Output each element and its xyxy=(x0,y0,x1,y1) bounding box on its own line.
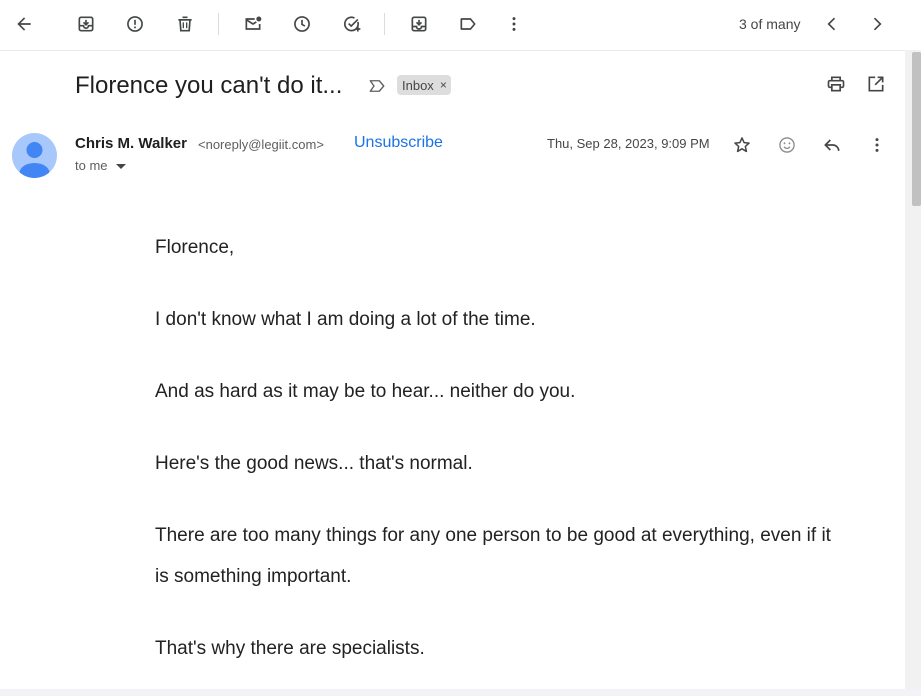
body-paragraph: Florence, xyxy=(155,237,235,258)
avatar-person-icon xyxy=(19,142,50,178)
toolbar: 3 of many xyxy=(0,0,905,51)
delete-icon[interactable] xyxy=(170,9,200,39)
label-icon[interactable] xyxy=(453,9,483,39)
emoji-reaction-icon[interactable] xyxy=(774,132,800,158)
body-paragraph: I don't know what I am doing a lot of th… xyxy=(155,309,536,330)
snooze-icon[interactable] xyxy=(287,9,317,39)
inbox-label-chip[interactable]: Inbox × xyxy=(397,75,451,95)
label-chip-text: Inbox xyxy=(402,77,434,93)
unsubscribe-link[interactable]: Unsubscribe xyxy=(354,134,443,152)
chevron-left-icon[interactable] xyxy=(817,9,847,39)
chevron-right-icon[interactable] xyxy=(862,9,892,39)
print-icon[interactable] xyxy=(824,72,848,96)
toolbar-divider xyxy=(384,13,385,35)
recipient-details-toggle[interactable]: to me xyxy=(75,158,126,173)
bottom-strip xyxy=(0,689,921,696)
mark-unread-icon[interactable] xyxy=(238,9,268,39)
scrollbar-thumb[interactable] xyxy=(912,52,921,206)
recipient-text: to me xyxy=(75,158,108,173)
add-to-tasks-icon[interactable] xyxy=(337,9,367,39)
sender-email: <noreply@legiit.com> xyxy=(198,137,324,152)
open-in-new-window-icon[interactable] xyxy=(864,72,888,96)
reply-icon[interactable] xyxy=(819,132,845,158)
more-vert-icon[interactable] xyxy=(499,9,529,39)
archive-icon[interactable] xyxy=(71,9,101,39)
move-to-icon[interactable] xyxy=(404,9,434,39)
report-spam-icon[interactable] xyxy=(120,9,150,39)
remove-label-icon[interactable]: × xyxy=(440,78,447,92)
star-icon[interactable] xyxy=(729,132,755,158)
sender-avatar[interactable] xyxy=(12,133,57,178)
email-body: Florence, I don't know what I am doing a… xyxy=(155,227,835,700)
body-paragraph: Here's the good news... that's normal. xyxy=(155,453,473,474)
back-arrow-icon[interactable] xyxy=(9,9,39,39)
importance-marker-icon[interactable] xyxy=(368,77,386,95)
message-more-vert-icon[interactable] xyxy=(864,132,890,158)
body-paragraph: There are too many things for any one pe… xyxy=(155,525,831,587)
email-subject: Florence you can't do it... xyxy=(75,72,343,99)
body-paragraph: That's why there are specialists. xyxy=(155,638,425,659)
toolbar-divider xyxy=(218,13,219,35)
subject-row: Florence you can't do it... Inbox × xyxy=(0,52,905,116)
caret-down-icon xyxy=(115,164,126,169)
pager-count: 3 of many xyxy=(739,16,801,32)
sender-name[interactable]: Chris M. Walker xyxy=(75,135,187,152)
email-date: Thu, Sep 28, 2023, 9:09 PM xyxy=(547,136,710,151)
body-paragraph: And as hard as it may be to hear... neit… xyxy=(155,381,576,402)
